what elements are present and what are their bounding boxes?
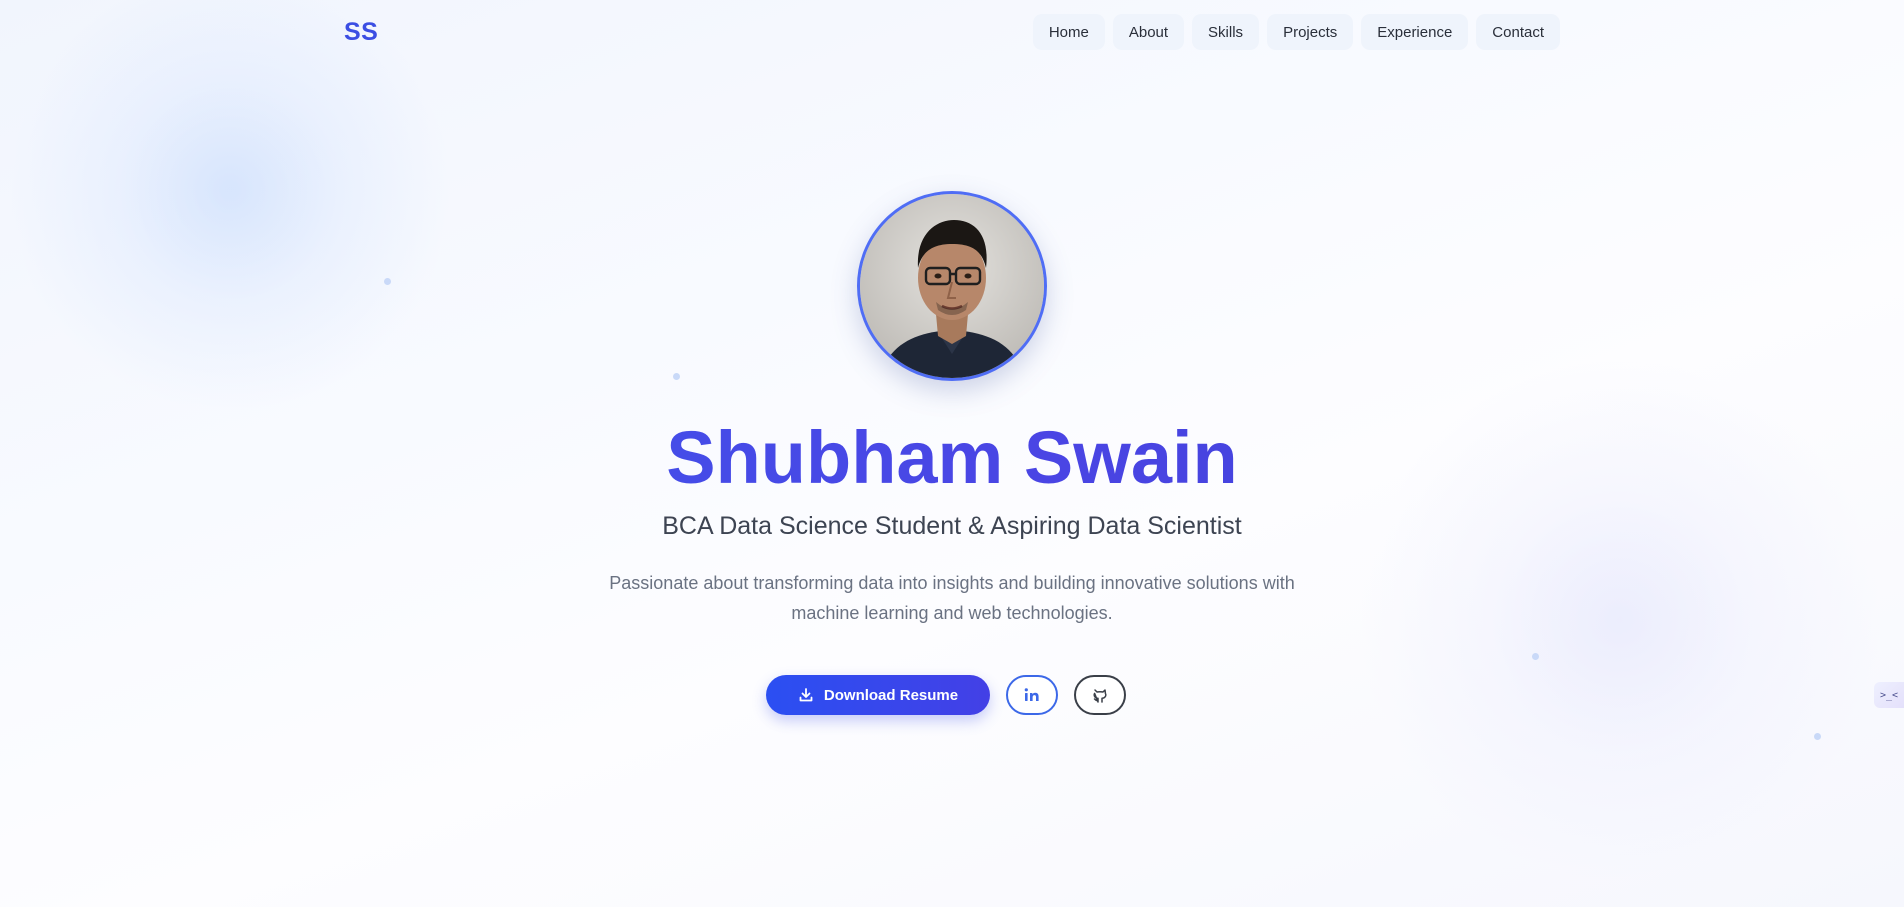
main-nav: Home About Skills Projects Experience Co… — [1032, 14, 1560, 50]
decor-dot — [1814, 733, 1821, 740]
profile-photo — [860, 194, 1044, 378]
download-icon — [799, 688, 813, 702]
hero-description: Passionate about transforming data into … — [609, 573, 1295, 623]
logo[interactable]: SS — [344, 18, 378, 47]
github-button[interactable] — [1074, 675, 1127, 715]
download-resume-label: Download Resume — [823, 686, 959, 704]
hero-name: Shubham Swain — [0, 410, 1904, 506]
nav-experience[interactable]: Experience — [1361, 14, 1469, 50]
nav-skills[interactable]: Skills — [1192, 14, 1260, 50]
github-icon — [1093, 689, 1107, 703]
hero-actions: Download Resume — [0, 675, 1904, 715]
linkedin-icon — [1024, 688, 1039, 701]
hero-subtitle: BCA Data Science Student & Aspiring Data… — [662, 512, 1242, 540]
avatar — [857, 191, 1047, 381]
linkedin-button[interactable] — [1006, 675, 1059, 715]
code-widget-icon[interactable]: >_< — [1874, 682, 1904, 708]
site-header: SS Home About Skills Projects Experience… — [0, 0, 1904, 64]
download-resume-button[interactable]: Download Resume — [765, 675, 991, 715]
decor-dot — [673, 373, 680, 380]
decor-dot — [1532, 653, 1539, 660]
nav-home[interactable]: Home — [1032, 14, 1105, 50]
decor-dot — [384, 278, 391, 285]
nav-contact[interactable]: Contact — [1476, 14, 1560, 50]
nav-projects[interactable]: Projects — [1267, 14, 1354, 50]
nav-about[interactable]: About — [1112, 14, 1185, 50]
